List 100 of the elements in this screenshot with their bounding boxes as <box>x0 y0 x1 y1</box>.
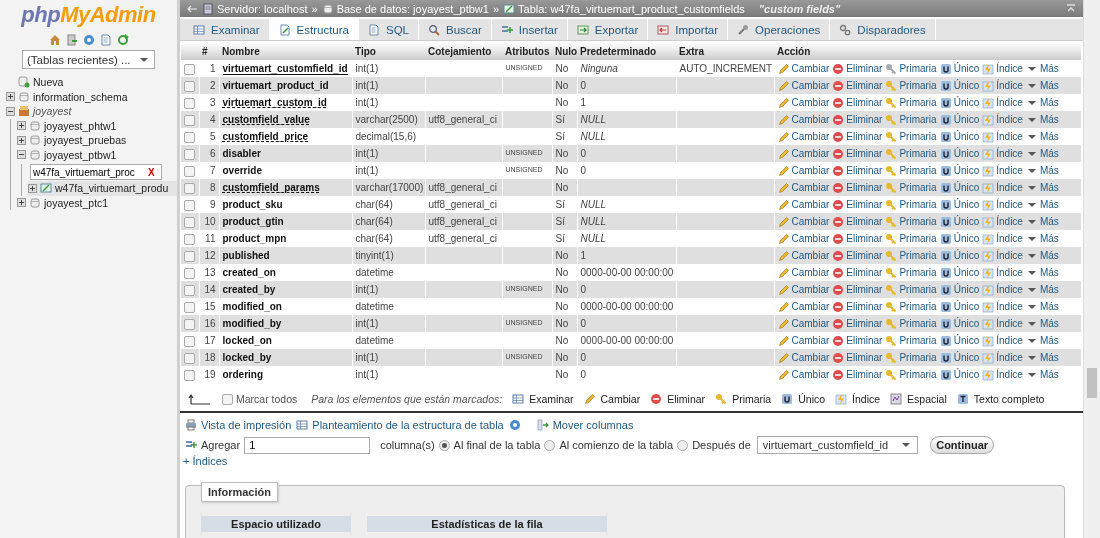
indexes-link[interactable]: + Índices <box>180 455 228 471</box>
print-view-link[interactable]: Vista de impresión <box>185 419 292 431</box>
primary-link[interactable]: Primaria <box>885 147 937 160</box>
unique-link[interactable]: Único <box>939 130 980 143</box>
collapse-toggle[interactable] <box>6 106 15 116</box>
change-link[interactable]: Cambiar <box>777 113 830 126</box>
drop-link[interactable]: Eliminar <box>832 79 883 92</box>
more-link[interactable]: Más <box>1025 317 1059 330</box>
unique-link[interactable]: Único <box>939 96 980 109</box>
row-checkbox[interactable] <box>184 63 195 75</box>
row-checkbox[interactable] <box>184 114 195 126</box>
index-link[interactable]: Índice <box>982 334 1023 347</box>
change-link[interactable]: Cambiar <box>777 164 830 177</box>
checkbox[interactable] <box>222 393 233 405</box>
breadcrumb-link[interactable]: Tabla: w47fa_virtuemart_product_customfields <box>503 2 745 15</box>
tab[interactable]: Buscar <box>419 19 492 40</box>
change-link[interactable]: Cambiar <box>777 249 830 262</box>
primary-link[interactable]: Primaria <box>885 283 937 296</box>
tab[interactable]: Insertar <box>491 19 568 40</box>
filter-field[interactable]: w47fa_virtuemart_proc X <box>30 164 162 180</box>
change-link[interactable]: Cambiar <box>777 96 830 109</box>
more-link[interactable]: Más <box>1025 283 1059 296</box>
row-checkbox[interactable] <box>184 148 195 160</box>
row-checkbox[interactable] <box>184 318 195 330</box>
radio-button[interactable] <box>438 439 450 451</box>
change-link[interactable]: Cambiar <box>777 62 830 75</box>
index-link[interactable]: Índice <box>982 300 1023 313</box>
tab[interactable]: Estructura <box>269 19 359 40</box>
tree-item[interactable]: Nueva <box>33 76 64 89</box>
more-link[interactable]: Más <box>1025 215 1059 228</box>
more-link[interactable]: Más <box>1025 334 1059 347</box>
move-columns-link[interactable]: Mover columnas <box>536 419 634 431</box>
radio-label[interactable]: Después de <box>692 439 751 451</box>
radio-button[interactable] <box>544 439 556 451</box>
tree-item[interactable]: joyayest <box>33 105 72 118</box>
change-link[interactable]: Cambiar <box>777 334 830 347</box>
tree-item[interactable]: joyayest_phtw1 <box>44 119 117 132</box>
unique-link[interactable]: Único <box>939 283 980 296</box>
tab[interactable]: Operaciones <box>728 19 831 40</box>
row-checkbox[interactable] <box>184 131 195 143</box>
change-link[interactable]: Cambiar <box>777 317 830 330</box>
row-checkbox[interactable] <box>184 301 195 313</box>
primary-link[interactable]: Primaria <box>885 249 937 262</box>
unique-link[interactable]: Único <box>939 317 980 330</box>
drop-link[interactable]: Eliminar <box>832 62 883 75</box>
row-checkbox[interactable] <box>184 233 195 245</box>
change-link[interactable]: Cambiar <box>777 79 830 92</box>
drop-link[interactable]: Eliminar <box>832 215 883 228</box>
primary-link[interactable]: Primaria <box>885 334 937 347</box>
unique-button[interactable]: Único <box>781 393 826 405</box>
index-link[interactable]: Índice <box>982 181 1023 194</box>
change-link[interactable]: Cambiar <box>777 181 830 194</box>
more-link[interactable]: Más <box>1025 266 1059 279</box>
tab[interactable]: Exportar <box>567 19 649 40</box>
unique-link[interactable]: Único <box>939 181 980 194</box>
more-link[interactable]: Más <box>1025 130 1059 143</box>
unique-link[interactable]: Único <box>939 351 980 364</box>
tree-item[interactable]: joyayest_ptbw1 <box>44 148 117 161</box>
primary-link[interactable]: Primaria <box>885 130 937 143</box>
scrollbar[interactable] <box>1083 0 1100 538</box>
breadcrumb-link[interactable]: Servidor: localhost <box>202 2 308 15</box>
row-checkbox[interactable] <box>184 335 195 347</box>
change-link[interactable]: Cambiar <box>777 232 830 245</box>
more-link[interactable]: Más <box>1025 249 1059 262</box>
drop-link[interactable]: Eliminar <box>832 368 883 381</box>
row-checkbox[interactable] <box>184 165 195 177</box>
row-checkbox[interactable] <box>184 182 195 194</box>
tree-item[interactable]: information_schema <box>33 90 128 103</box>
index-link[interactable]: Índice <box>982 249 1023 262</box>
unique-link[interactable]: Único <box>939 334 980 347</box>
primary-link[interactable]: Primaria <box>885 198 937 211</box>
primary-link[interactable]: Primaria <box>885 300 937 313</box>
index-link[interactable]: Índice <box>982 113 1023 126</box>
index-link[interactable]: Índice <box>982 164 1023 177</box>
change-link[interactable]: Cambiar <box>777 351 830 364</box>
row-checkbox[interactable] <box>184 80 195 92</box>
index-link[interactable]: Índice <box>982 232 1023 245</box>
index-link[interactable]: Índice <box>982 215 1023 228</box>
primary-link[interactable]: Primaria <box>885 164 937 177</box>
drop-link[interactable]: Eliminar <box>832 249 883 262</box>
continue-button[interactable]: Continuar <box>930 436 995 454</box>
row-checkbox[interactable] <box>184 250 195 262</box>
primary-link[interactable]: Primaria <box>885 317 937 330</box>
expand-toggle[interactable] <box>17 135 26 145</box>
unique-link[interactable]: Único <box>939 249 980 262</box>
logo[interactable]: phpMyAdmin <box>21 2 156 28</box>
column-select[interactable]: virtuemart_customfield_id <box>756 436 919 454</box>
expand-toggle[interactable] <box>17 121 26 131</box>
row-checkbox[interactable] <box>184 216 195 228</box>
drop-link[interactable]: Eliminar <box>832 147 883 160</box>
index-link[interactable]: Índice <box>982 79 1023 92</box>
unique-link[interactable]: Único <box>939 198 980 211</box>
tab[interactable]: SQL <box>359 19 419 40</box>
scrollbar-thumb[interactable] <box>1087 368 1097 398</box>
more-link[interactable]: Más <box>1025 96 1059 109</box>
index-link[interactable]: Índice <box>982 96 1023 109</box>
more-link[interactable]: Más <box>1025 232 1059 245</box>
index-link[interactable]: Índice <box>982 198 1023 211</box>
radio-label[interactable]: Al final de la tabla <box>453 439 541 451</box>
expand-toggle[interactable] <box>6 92 15 102</box>
